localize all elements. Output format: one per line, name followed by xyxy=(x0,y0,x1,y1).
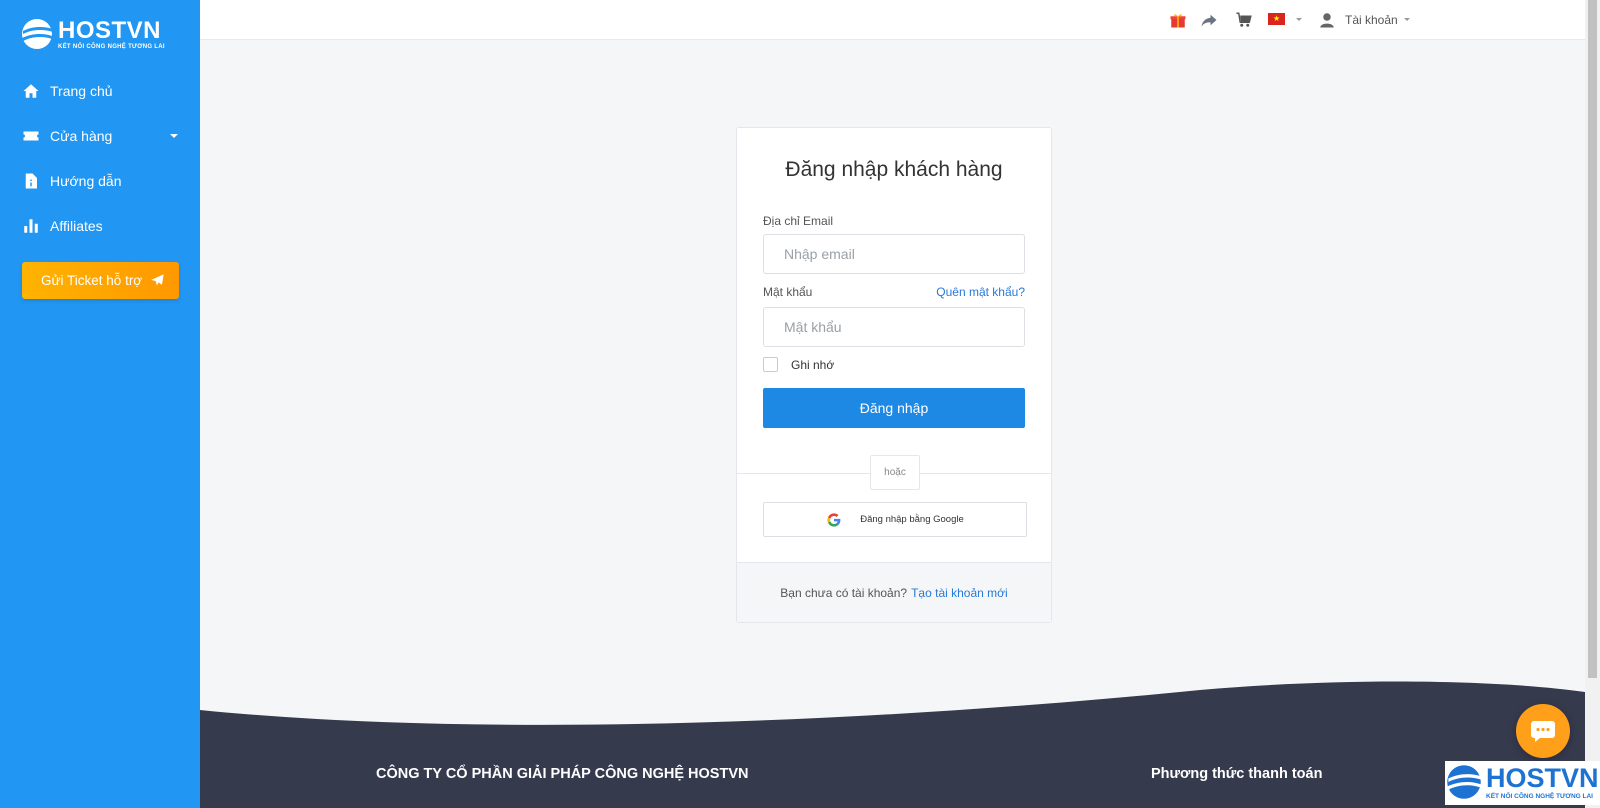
send-ticket-button[interactable]: Gửi Ticket hỗ trợ xyxy=(22,262,179,299)
or-separator: hoặc xyxy=(870,455,920,490)
remember-checkbox[interactable] xyxy=(763,357,778,372)
ticket-icon xyxy=(23,131,39,141)
paper-plane-icon xyxy=(151,274,164,286)
scrollbar[interactable] xyxy=(1585,0,1600,808)
share-icon[interactable] xyxy=(1200,11,1218,29)
topbar: ★ Tài khoản xyxy=(200,0,1585,40)
password-label: Mật khẩu xyxy=(763,285,813,299)
chevron-down-icon xyxy=(170,134,178,138)
password-field[interactable] xyxy=(763,307,1025,347)
chevron-down-icon[interactable] xyxy=(1296,18,1302,21)
send-ticket-label: Gửi Ticket hỗ trợ xyxy=(41,273,143,288)
watermark-brand-name: HOSTVN xyxy=(1486,763,1599,793)
cart-icon[interactable] xyxy=(1235,11,1253,29)
signup-prompt: Bạn chưa có tài khoản? Tạo tài khoản mới xyxy=(737,562,1051,622)
brand-tagline: KẾT NỐI CÔNG NGHỆ TƯƠNG LAI xyxy=(58,44,165,50)
watermark-logo: HOSTVN KẾT NỐI CÔNG NGHỆ TƯƠNG LAI xyxy=(1445,761,1600,805)
login-button[interactable]: Đăng nhập xyxy=(763,388,1025,428)
google-login-button[interactable]: Đăng nhập bằng Google xyxy=(763,502,1027,537)
footer-payment-heading: Phương thức thanh toán xyxy=(1151,766,1323,782)
hostvn-logo-icon xyxy=(1447,765,1482,799)
home-icon xyxy=(23,84,39,98)
google-icon xyxy=(827,512,841,527)
sidebar-item-store[interactable]: Cửa hàng xyxy=(0,114,200,158)
sidebar-item-affiliates[interactable]: Affiliates xyxy=(0,204,200,248)
remember-label[interactable]: Ghi nhớ xyxy=(791,358,834,372)
brand-logo[interactable]: HOSTVN KẾT NỐI CÔNG NGHỆ TƯƠNG LAI xyxy=(20,17,170,57)
google-login-label: Đăng nhập bằng Google xyxy=(860,514,964,525)
page-title: Đăng nhập khách hàng xyxy=(785,158,1003,181)
gift-icon[interactable] xyxy=(1169,11,1187,29)
watermark-tagline: KẾT NỐI CÔNG NGHỆ TƯƠNG LAI xyxy=(1486,793,1593,800)
user-icon[interactable] xyxy=(1318,11,1336,29)
footer-company-name: CÔNG TY CỔ PHẦN GIẢI PHÁP CÔNG NGHỆ HOST… xyxy=(376,766,749,782)
signup-link[interactable]: Tạo tài khoản mới xyxy=(911,586,1008,600)
forgot-password-link[interactable]: Quên mật khẩu? xyxy=(936,285,1025,299)
chat-icon xyxy=(1531,721,1555,742)
bar-chart-icon xyxy=(24,219,38,233)
sidebar-item-label: Cửa hàng xyxy=(50,128,113,144)
sidebar-item-home[interactable]: Trang chủ xyxy=(0,69,200,113)
account-menu[interactable]: Tài khoản xyxy=(1345,13,1398,27)
flag-vietnam-icon[interactable]: ★ xyxy=(1268,13,1285,25)
sidebar-item-label: Trang chủ xyxy=(50,83,113,99)
sidebar: HOSTVN KẾT NỐI CÔNG NGHỆ TƯƠNG LAI Trang… xyxy=(0,0,200,808)
login-card: Đăng nhập khách hàng Địa chỉ Email Mật k… xyxy=(736,127,1052,623)
sidebar-item-label: Affiliates xyxy=(50,218,103,234)
chevron-down-icon[interactable] xyxy=(1404,18,1410,21)
sidebar-item-label: Hướng dẫn xyxy=(50,173,122,189)
scrollbar-thumb[interactable] xyxy=(1588,0,1597,678)
email-label: Địa chỉ Email xyxy=(763,214,834,228)
document-icon xyxy=(25,173,37,189)
footer-wave xyxy=(200,681,1585,808)
hostvn-logo-icon xyxy=(22,19,53,49)
chat-button[interactable] xyxy=(1516,704,1570,758)
sidebar-item-guide[interactable]: Hướng dẫn xyxy=(0,159,200,203)
no-account-text: Bạn chưa có tài khoản? xyxy=(780,585,908,600)
brand-name: HOSTVN xyxy=(58,17,162,44)
email-field[interactable] xyxy=(763,234,1025,274)
